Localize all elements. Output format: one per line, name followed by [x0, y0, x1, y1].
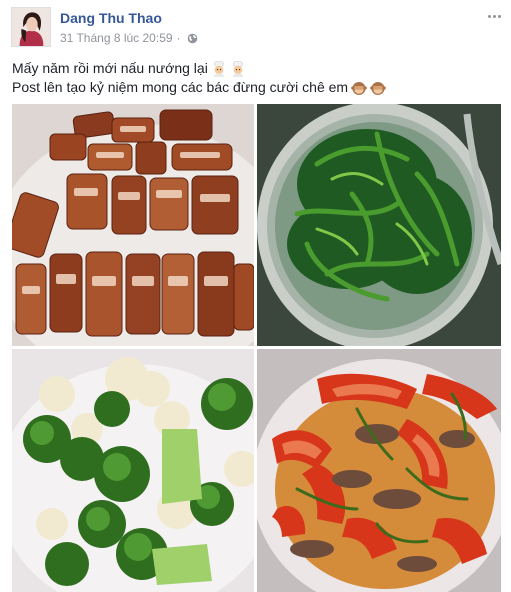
- post-text-line-1-content: Mấy năm rồi mới nấu nướng lại: [12, 60, 208, 76]
- facebook-post: Dang Thu Thao 31 Tháng 8 lúc 20:59 · Mấy…: [0, 0, 511, 592]
- meta-separator: ·: [176, 31, 181, 45]
- morning-glory-soup-photo[interactable]: [257, 104, 501, 346]
- see-no-evil-monkey-icon: [351, 80, 367, 96]
- globe-icon[interactable]: [187, 33, 198, 44]
- post-text-line-2: Post lên tạo kỷ niệm mong các bác đừng c…: [12, 78, 502, 97]
- profile-picture: [12, 8, 50, 46]
- more-options-icon[interactable]: [485, 9, 503, 23]
- timestamp[interactable]: 31 Tháng 8 lúc 20:59: [60, 31, 173, 45]
- post-text-line-1: Mấy năm rồi mới nấu nướng lại: [12, 59, 502, 78]
- broccoli-cauliflower-photo[interactable]: [12, 349, 254, 592]
- author-name[interactable]: Dang Thu Thao: [60, 10, 162, 26]
- cook-emoji-icon: [230, 60, 246, 77]
- post-meta: 31 Tháng 8 lúc 20:59 ·: [60, 31, 198, 45]
- post-text-line-2-content: Post lên tạo kỷ niệm mong các bác đừng c…: [12, 79, 349, 95]
- roast-pork-photo[interactable]: [12, 104, 254, 346]
- cook-emoji-icon: [211, 60, 227, 77]
- avatar[interactable]: [11, 7, 51, 47]
- post-text: Mấy năm rồi mới nấu nướng lại Post lên t…: [12, 59, 502, 97]
- photo-grid: [12, 104, 501, 592]
- beef-tomato-stirfry-photo[interactable]: [257, 349, 501, 592]
- see-no-evil-monkey-icon: [370, 80, 386, 96]
